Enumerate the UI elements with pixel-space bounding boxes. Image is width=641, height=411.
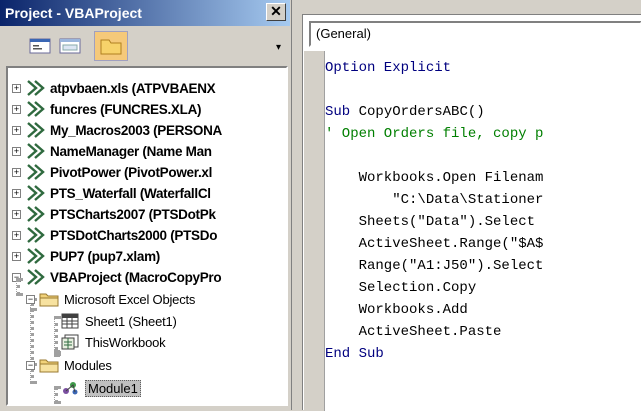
toggle-folders-button[interactable] [94,31,128,61]
view-object-button[interactable] [58,34,82,58]
project-label: funcres (FUNCRES.XLA) [50,101,202,117]
expand-icon[interactable]: + [12,104,21,114]
expand-icon[interactable]: + [12,188,21,198]
project-label: VBAProject (MacroCopyPro [50,269,222,285]
expand-icon[interactable]: + [12,167,21,177]
tree-project-node[interactable]: + PTS_Waterfall (WaterfallCl [12,183,211,203]
code-editor[interactable]: Option Explicit Sub CopyOrdersABC() ' Op… [325,51,641,411]
tree-connector [54,386,58,404]
module-icon [63,382,78,395]
item-label: ThisWorkbook [85,334,166,350]
project-label: PTSCharts2007 (PTSDotPk [50,206,216,222]
close-icon: ✕ [270,3,282,19]
tree-project-node[interactable]: + PUP7 (pup7.xlam) [12,246,160,266]
folder-label: Microsoft Excel Objects [64,291,196,307]
worksheet-icon [61,313,79,329]
tree-item-module1[interactable]: Module1 [60,378,141,398]
project-label: PTSDotCharts2000 (PTSDo [50,227,218,243]
tree-project-node[interactable]: + funcres (FUNCRES.XLA) [12,99,202,119]
code-line: Sheets("Data").Select [325,214,536,230]
vba-project-icon [27,185,45,201]
vba-project-icon [27,80,45,96]
code-line: Workbooks.Add [325,302,468,318]
object-dropdown[interactable]: (General) [309,21,641,47]
sub-name: CopyOrdersABC() [358,104,485,120]
tree-project-node[interactable]: + PTSCharts2007 (PTSDotPk [12,204,216,224]
tree-item-thisworkbook[interactable]: ThisWorkbook [60,332,166,352]
project-label: atpvbaen.xls (ATPVBAENX [50,80,216,96]
tree-connector [16,278,20,296]
project-label: NameManager (Name Man [50,143,212,159]
view-object-icon [59,38,81,54]
project-label: PUP7 (pup7.xlam) [50,248,160,264]
vba-project-icon [27,248,45,264]
expand-icon[interactable]: + [12,251,21,261]
object-dropdown-value: (General) [316,26,371,41]
folder-icon [100,39,122,55]
code-line: ActiveSheet.Paste [325,324,502,340]
tree-folder-excel-objects[interactable]: − Microsoft Excel Objects [26,289,195,309]
project-explorer-panel: Project - VBAProject ✕ ▾ + atpvbaen.xls … [0,0,292,410]
vba-project-icon [27,164,45,180]
tree-project-node[interactable]: + NameManager (Name Man [12,141,212,161]
tree-project-node[interactable]: + My_Macros2003 (PERSONA [12,120,222,140]
code-line: Workbooks.Open Filenam [325,170,544,186]
vba-project-icon [27,101,45,117]
vba-project-icon [27,206,45,222]
vba-project-icon [27,227,45,243]
project-label: PivotPower (PivotPower.xl [50,164,213,180]
project-explorer-title-bar[interactable]: Project - VBAProject ✕ [0,0,290,26]
collapse-icon[interactable]: − [26,294,35,304]
project-label: My_Macros2003 (PERSONA [50,122,222,138]
project-explorer-title: Project - VBAProject [5,5,142,21]
view-code-button[interactable] [28,34,52,58]
expand-icon[interactable]: + [12,83,21,93]
code-line: "C:\Data\Stationer [325,192,544,208]
vba-project-icon [27,122,45,138]
code-line-comment: ' Open Orders file, copy p [325,126,544,142]
tree-project-node-expanded[interactable]: − VBAProject (MacroCopyPro [12,267,222,287]
tree-item-sheet1[interactable]: Sheet1 (Sheet1) [60,311,177,331]
toolbar-overflow-icon[interactable]: ▾ [276,42,281,53]
workbook-icon [61,334,79,350]
project-tree[interactable]: + atpvbaen.xls (ATPVBAENX + funcres (FUN… [6,66,288,406]
code-line: ActiveSheet.Range("$A$ [325,236,544,252]
code-window: (General) Option Explicit Sub CopyOrders… [302,14,641,411]
expand-icon[interactable]: + [12,230,21,240]
vba-project-icon [27,269,45,285]
code-line: Selection.Copy [325,280,477,296]
selected-item-label: Module1 [85,379,141,397]
expand-icon[interactable]: + [12,146,21,156]
code-line-sub: Sub CopyOrdersABC() [325,104,485,120]
view-code-icon [29,38,51,54]
code-line: Range("A1:J50").Select [325,258,544,274]
expand-icon[interactable]: + [12,125,21,135]
collapse-icon[interactable]: − [26,360,35,370]
close-button[interactable]: ✕ [266,3,286,21]
tree-project-node[interactable]: + atpvbaen.xls (ATPVBAENX [12,78,216,98]
code-margin-indicator-bar[interactable] [304,51,325,411]
tree-folder-modules[interactable]: − Modules [26,355,112,375]
item-label: Sheet1 (Sheet1) [85,313,177,329]
folder-icon [39,293,59,307]
folder-label: Modules [64,357,112,373]
project-label: PTS_Waterfall (WaterfallCl [50,185,211,201]
project-toolbar: ▾ [0,26,290,66]
code-line: End Sub [325,346,384,362]
folder-icon [39,359,59,373]
tree-project-node[interactable]: + PivotPower (PivotPower.xl [12,162,212,182]
tree-project-node[interactable]: + PTSDotCharts2000 (PTSDo [12,225,217,245]
expand-icon[interactable]: + [12,209,21,219]
code-line: Option Explicit [325,60,452,76]
vba-project-icon [27,143,45,159]
